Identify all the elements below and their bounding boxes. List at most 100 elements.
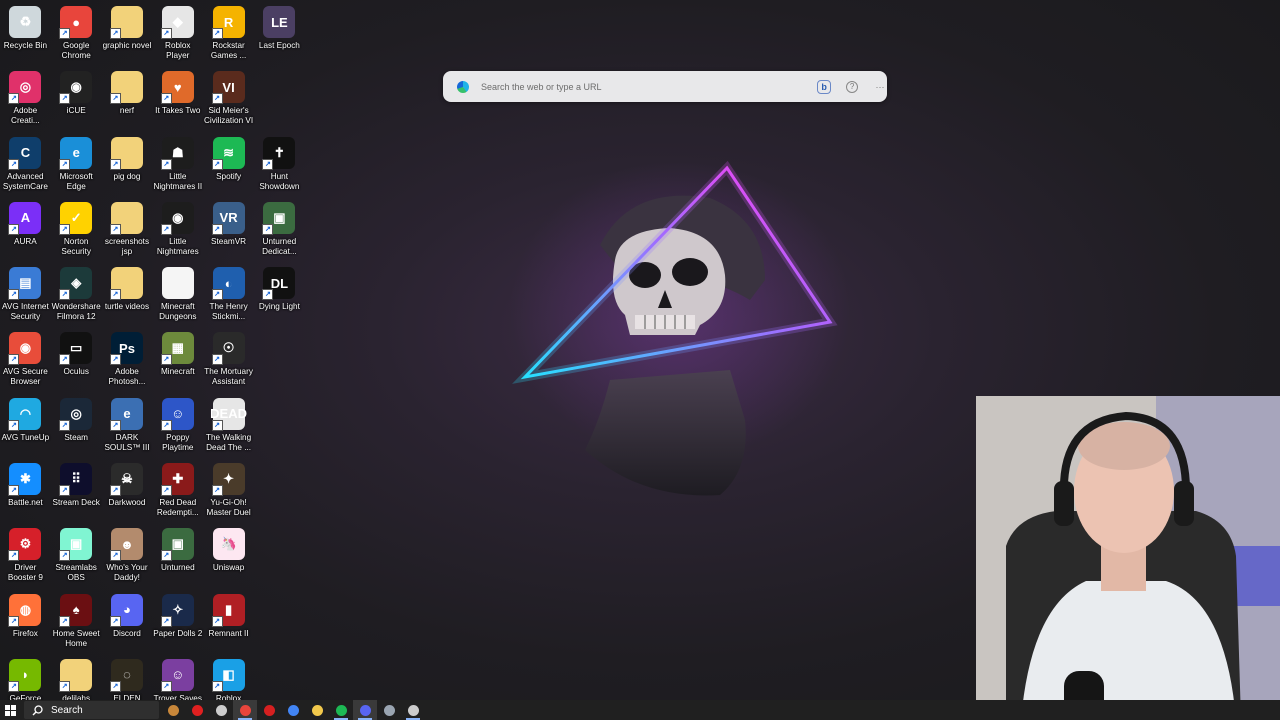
desktop-icon[interactable]: VR ↗ SteamVR: [203, 200, 254, 265]
desktop-icon[interactable]: Ps ↗ Adobe Photosh...: [102, 330, 153, 395]
taskbar-app-button[interactable]: [161, 700, 185, 720]
desktop-icon[interactable]: ✓ ↗ Norton Security: [51, 200, 102, 265]
desktop-icon[interactable]: ◕ ↗ Discord: [102, 592, 153, 657]
shortcut-arrow-icon: ↗: [59, 419, 71, 431]
desktop-icon[interactable]: C ↗ Advanced SystemCare: [0, 135, 51, 200]
desktop-icon-label: Battle.net: [8, 498, 43, 508]
folder-icon: ↗: [109, 71, 143, 105]
shortcut-arrow-icon: ↗: [109, 223, 121, 235]
desktop-icon[interactable]: ☉ ↗ The Mortuary Assistant: [203, 330, 254, 395]
desktop-icon[interactable]: ♠ ↗ Home Sweet Home: [51, 592, 102, 657]
taskbar-app-button[interactable]: [329, 700, 353, 720]
icon-glyph: ◎: [19, 79, 32, 95]
desktop-icon-label: Yu-Gi-Oh! Master Duel: [206, 498, 251, 518]
desktop-icon[interactable]: ◐ ↗ The Henry Stickmi...: [203, 265, 254, 330]
desktop-icon[interactable]: ◍ ↗ Firefox: [0, 592, 51, 657]
desktop-icon-label: Last Epoch: [258, 41, 300, 50]
desktop-icon[interactable]: R ↗ Rockstar Games ...: [203, 4, 254, 69]
taskbar-app-button[interactable]: [305, 700, 329, 720]
desktop-icon[interactable]: ✝ ↗ Hunt Showdown: [254, 135, 305, 200]
icon-glyph: LE: [271, 14, 288, 30]
desktop-icon[interactable]: ♥ ↗ It Takes Two: [152, 69, 203, 134]
desktop-icon[interactable]: DL ↗ Dying Light: [254, 265, 305, 330]
desktop-icon[interactable]: ◈ ↗ Wondershare Filmora 12: [51, 265, 102, 330]
unturned-icon: ▣ ↗: [262, 201, 296, 235]
desktop-icon[interactable]: ⠿ ↗ Stream Deck: [51, 461, 102, 526]
desktop-icon[interactable]: ↗ screenshots jsp: [102, 200, 153, 265]
record-icon: [191, 704, 203, 716]
windows-logo-icon: [4, 704, 16, 716]
desktop-icon[interactable]: VI ↗ Sid Meier's Civilization VI: [203, 69, 254, 134]
start-button[interactable]: [0, 700, 20, 720]
help-icon[interactable]: ?: [846, 80, 859, 93]
desktop-icon[interactable]: ≋ ↗ Spotify: [203, 135, 254, 200]
taskbar-app-button[interactable]: [281, 700, 305, 720]
desktop-icon[interactable]: ▣ ↗ Unturned Dedicat...: [254, 200, 305, 265]
desktop-icon[interactable]: ✧ ↗ Paper Dolls 2: [152, 592, 203, 657]
taskbar-app-button[interactable]: [377, 700, 401, 720]
desktop-icon[interactable]: ↗ pig dog: [102, 135, 153, 200]
desktop-icon[interactable]: ↗ graphic novel: [102, 4, 153, 69]
desktop-icon[interactable]: ✦ ↗ Yu-Gi-Oh! Master Duel: [203, 461, 254, 526]
desktop-icon[interactable]: e ↗ Microsoft Edge: [51, 135, 102, 200]
desktop-icon[interactable]: ▭ ↗ Oculus: [51, 330, 102, 395]
aura-icon: A ↗: [8, 201, 42, 235]
shortcut-arrow-icon: ↗: [160, 485, 172, 497]
desktop-icon[interactable]: ☻ ↗ Who's Your Daddy!: [102, 526, 153, 591]
avg-tuneup-icon: ◠ ↗: [8, 397, 42, 431]
desktop-icon-label: The Henry Stickmi...: [209, 302, 248, 322]
desktop-icon[interactable]: ▦ ↗ Minecraft: [152, 330, 203, 395]
icon-glyph: ✱: [19, 471, 31, 487]
desktop-icon[interactable]: Minecraft Dungeons: [152, 265, 203, 330]
desktop-icon[interactable]: ☗ ↗ Little Nightmares II: [152, 135, 203, 200]
desktop-icon[interactable]: 🦄 Uniswap: [203, 526, 254, 591]
search-input[interactable]: [478, 80, 803, 93]
desktop-icon[interactable]: ☠ ↗ Darkwood: [102, 461, 153, 526]
shortcut-arrow-icon: ↗: [8, 93, 20, 105]
taskbar-app-button[interactable]: [401, 700, 425, 720]
desktop-icon[interactable]: ▣ ↗ Streamlabs OBS: [51, 526, 102, 591]
taskbar-app-button[interactable]: [257, 700, 281, 720]
taskbar-app-button[interactable]: [185, 700, 209, 720]
taskbar-search-label: Search: [51, 704, 83, 716]
desktop-icon[interactable]: ◉ ↗ AVG Secure Browser: [0, 330, 51, 395]
desktop-icon-label: Hunt Showdown: [259, 171, 300, 191]
desktop[interactable]: ♻ Recycle Bin ● ↗ Google Chrome ↗ graphic nove…: [0, 0, 1280, 720]
desktop-icon[interactable]: ◠ ↗ AVG TuneUp: [0, 396, 51, 461]
bing-chat-icon[interactable]: b: [817, 79, 832, 94]
desktop-icon[interactable]: ↗ nerf: [102, 69, 153, 134]
file-icon: [161, 267, 194, 300]
web-search-bar[interactable]: b ? ···: [443, 71, 887, 102]
desktop-icon[interactable]: e ↗ DARK SOULS™ III: [102, 396, 153, 461]
desktop-icon[interactable]: ◆ ↗ Roblox Player: [152, 4, 203, 69]
shortcut-arrow-icon: ↗: [109, 289, 121, 301]
desktop-icon[interactable]: ☺ ↗ Poppy Playtime: [152, 396, 203, 461]
desktop-icon[interactable]: ✚ ↗ Red Dead Redempti...: [152, 461, 203, 526]
desktop-icon[interactable]: DEAD ↗ The Walking Dead The ...: [203, 396, 254, 461]
desktop-icon[interactable]: ✱ ↗ Battle.net: [0, 461, 51, 526]
shortcut-arrow-icon: ↗: [262, 158, 274, 170]
desktop-icon[interactable]: ● ↗ Google Chrome: [51, 4, 102, 69]
desktop-icon[interactable]: ▮ ↗ Remnant II: [203, 592, 254, 657]
taskbar-app-button[interactable]: [209, 700, 233, 720]
desktop-icon[interactable]: A ↗ AURA: [0, 200, 51, 265]
taskbar-app-button[interactable]: [233, 700, 257, 720]
desktop-icon-label: It Takes Two: [155, 106, 201, 116]
desktop-icon[interactable]: ◉ ↗ Little Nightmares: [152, 200, 203, 265]
file-explorer-icon: [311, 704, 323, 716]
desktop-icon[interactable]: ♻ Recycle Bin: [0, 4, 51, 69]
desktop-icon-label: SteamVR: [211, 236, 247, 246]
desktop-icon-label: Darkwood: [108, 498, 146, 508]
taskbar-app-button[interactable]: [353, 700, 377, 720]
desktop-icon[interactable]: ◉ ↗ iCUE: [51, 69, 102, 134]
desktop-icon[interactable]: ◎ ↗ Steam: [51, 396, 102, 461]
desktop-icon[interactable]: ▣ ↗ Unturned: [152, 526, 203, 591]
desktop-icon[interactable]: ⚙ ↗ Driver Booster 9: [0, 526, 51, 591]
desktop-icon[interactable]: ▤ ↗ AVG Internet Security: [0, 265, 51, 330]
desktop-icon[interactable]: ◎ ↗ Adobe Creati...: [0, 69, 51, 134]
desktop-icon[interactable]: LE Last Epoch: [254, 4, 305, 69]
desktop-icon[interactable]: ↗ turtle videos: [102, 265, 153, 330]
taskbar-search-box[interactable]: Search: [24, 701, 159, 719]
more-options-icon[interactable]: ···: [873, 80, 887, 94]
gingerbread-widget-icon: [167, 704, 179, 716]
